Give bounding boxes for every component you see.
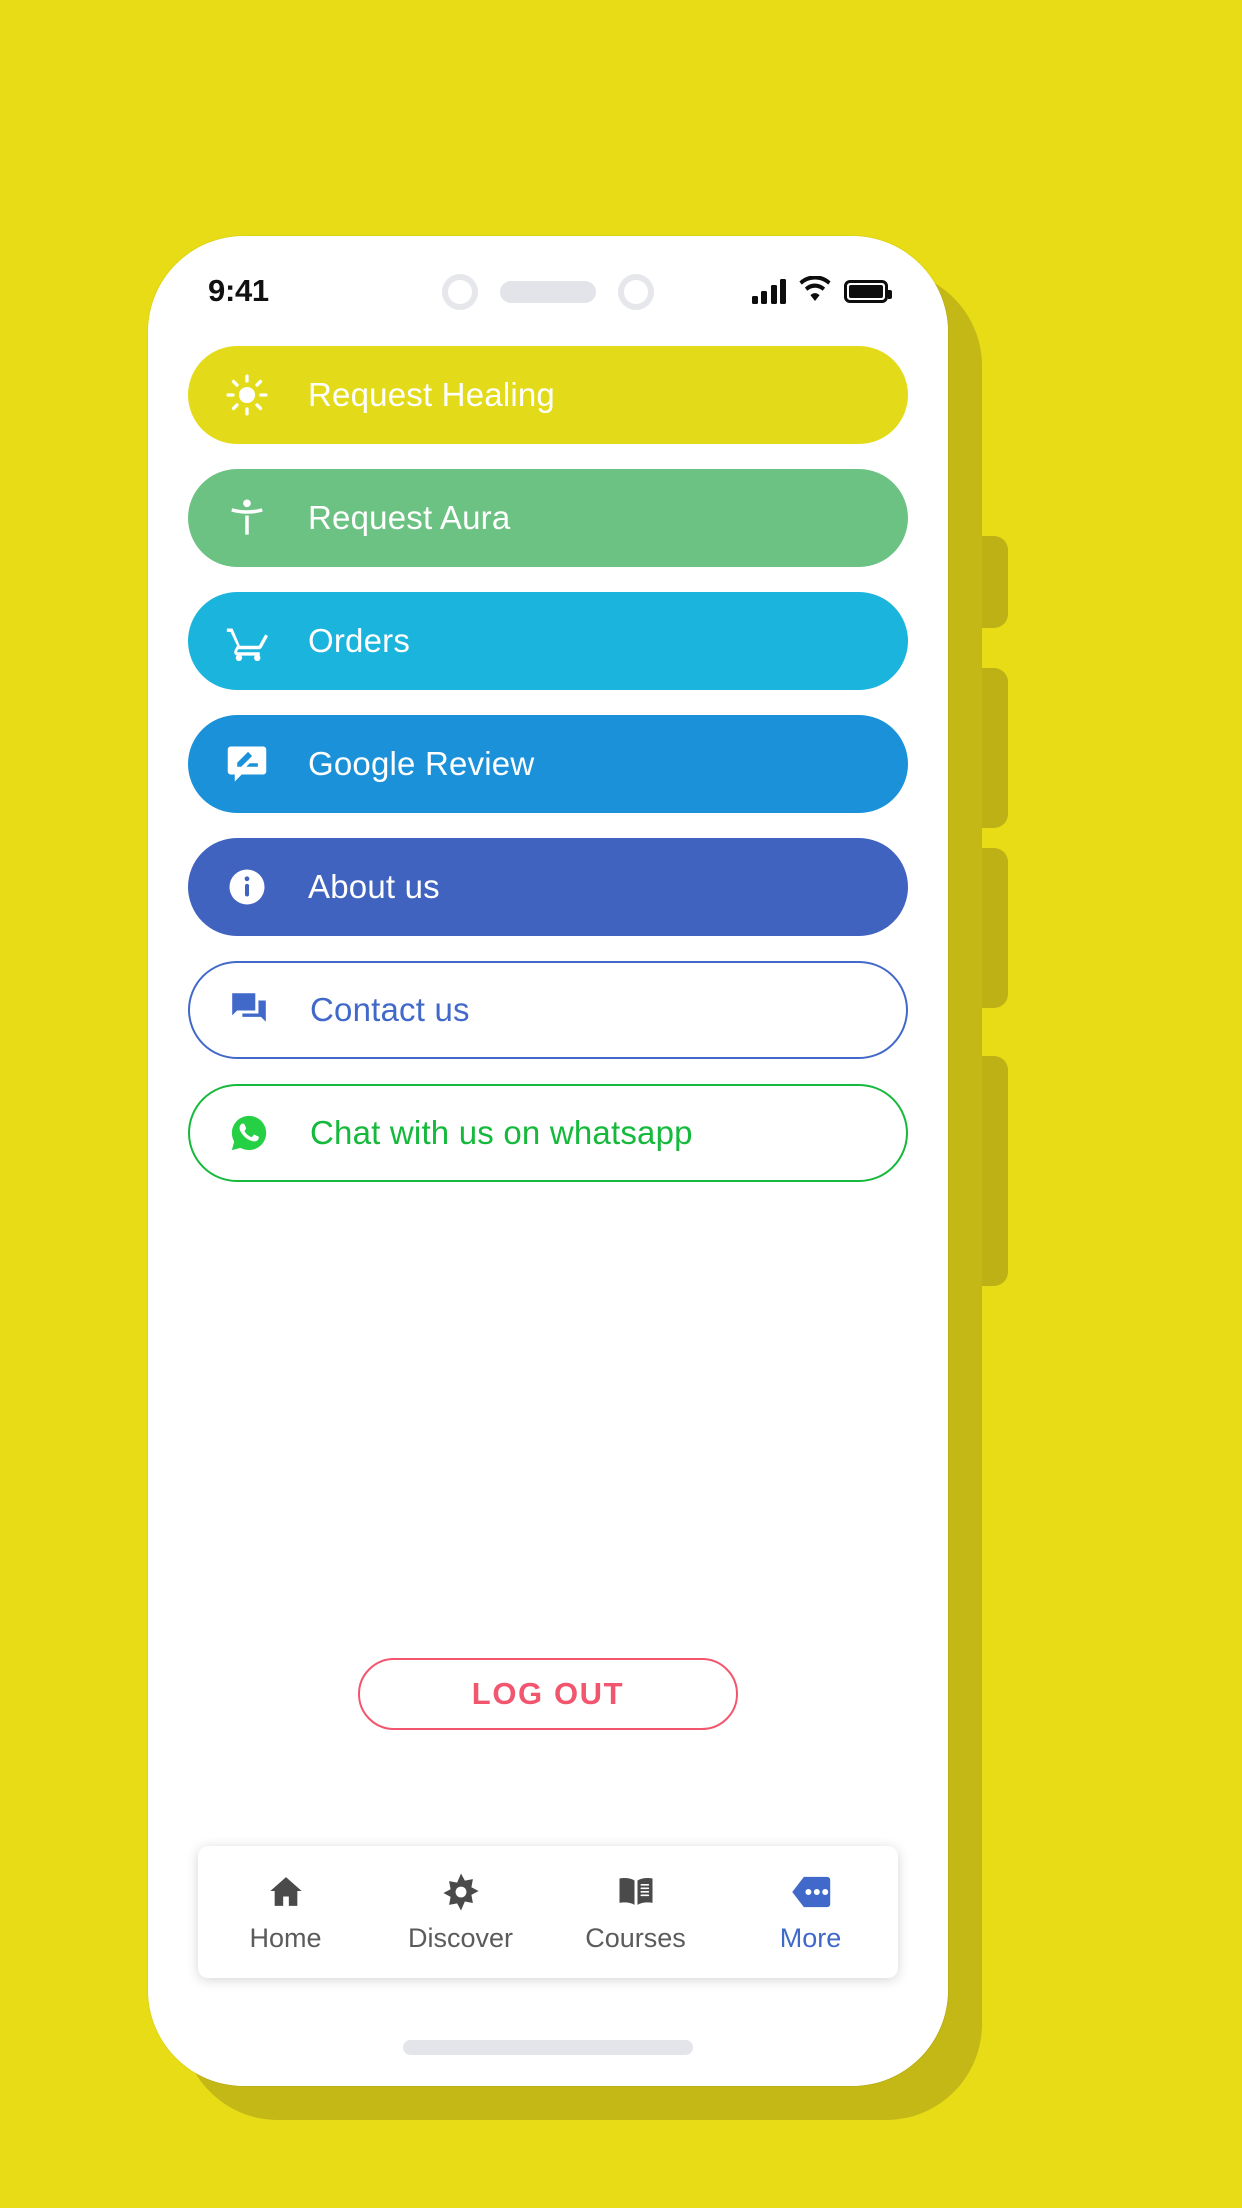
- home-icon: [266, 1870, 306, 1914]
- phone-mockup: 9:41 Request Healing Request Aura Orders…: [148, 236, 1008, 2120]
- menu-item-label: Request Aura: [308, 499, 511, 536]
- nav-item-home[interactable]: Home: [198, 1870, 373, 1954]
- earpiece-speaker: [500, 281, 596, 303]
- nav-item-discover[interactable]: Discover: [373, 1870, 548, 1954]
- nav-item-label: More: [779, 1923, 842, 1953]
- accessibility-person-icon: [224, 495, 270, 541]
- status-bar: 9:41: [148, 236, 948, 328]
- whatsapp-icon: [226, 1110, 272, 1156]
- menu-item-label: Contact us: [310, 991, 470, 1028]
- menu-item-label: Orders: [308, 622, 411, 659]
- status-icons: [751, 274, 892, 307]
- menu-item-contact-us[interactable]: Contact us: [188, 961, 908, 1059]
- sensor-lens-icon: [618, 274, 654, 310]
- home-indicator[interactable]: [403, 2039, 693, 2055]
- more-dots-icon: [790, 1870, 832, 1914]
- nav-item-courses[interactable]: Courses: [548, 1870, 723, 1954]
- info-circle-icon: [224, 864, 270, 910]
- menu-list: Request Healing Request Aura Orders Goog…: [148, 328, 948, 1182]
- signal-bars-icon: [751, 278, 786, 304]
- nav-item-label: Home: [249, 1923, 322, 1953]
- menu-item-request-healing[interactable]: Request Healing: [188, 346, 908, 444]
- brightness-sun-icon: [224, 372, 270, 418]
- bottom-navigation-bar: Home Discover Courses More: [198, 1846, 898, 1978]
- wifi-icon: [798, 274, 832, 307]
- shopping-cart-icon: [224, 618, 270, 664]
- menu-item-label: About us: [308, 868, 440, 905]
- home-indicator-area: [148, 2008, 948, 2086]
- logout-section: LOG OUT: [148, 1658, 948, 1730]
- nav-item-label: Discover: [407, 1923, 514, 1953]
- logout-button[interactable]: LOG OUT: [358, 1658, 738, 1730]
- menu-item-about-us[interactable]: About us: [188, 838, 908, 936]
- forum-chat-icon: [226, 987, 272, 1033]
- status-time: 9:41: [208, 273, 269, 308]
- phone-frame: 9:41 Request Healing Request Aura Orders…: [148, 236, 948, 2086]
- rate-review-icon: [224, 741, 270, 787]
- phone-screen: 9:41 Request Healing Request Aura Orders…: [148, 236, 948, 2086]
- battery-full-icon: [844, 279, 892, 303]
- nav-item-more[interactable]: More: [723, 1870, 898, 1954]
- nav-item-label: Courses: [585, 1923, 686, 1953]
- menu-item-orders[interactable]: Orders: [188, 592, 908, 690]
- menu-item-request-aura[interactable]: Request Aura: [188, 469, 908, 567]
- menu-item-whatsapp[interactable]: Chat with us on whatsapp: [188, 1084, 908, 1182]
- menu-item-label: Chat with us on whatsapp: [310, 1114, 693, 1151]
- open-book-icon: [616, 1870, 656, 1914]
- menu-item-google-review[interactable]: Google Review: [188, 715, 908, 813]
- menu-item-label: Request Healing: [308, 376, 555, 413]
- camera-lens-icon: [442, 274, 478, 310]
- menu-item-label: Google Review: [308, 745, 535, 782]
- flower-star-icon: [440, 1870, 482, 1914]
